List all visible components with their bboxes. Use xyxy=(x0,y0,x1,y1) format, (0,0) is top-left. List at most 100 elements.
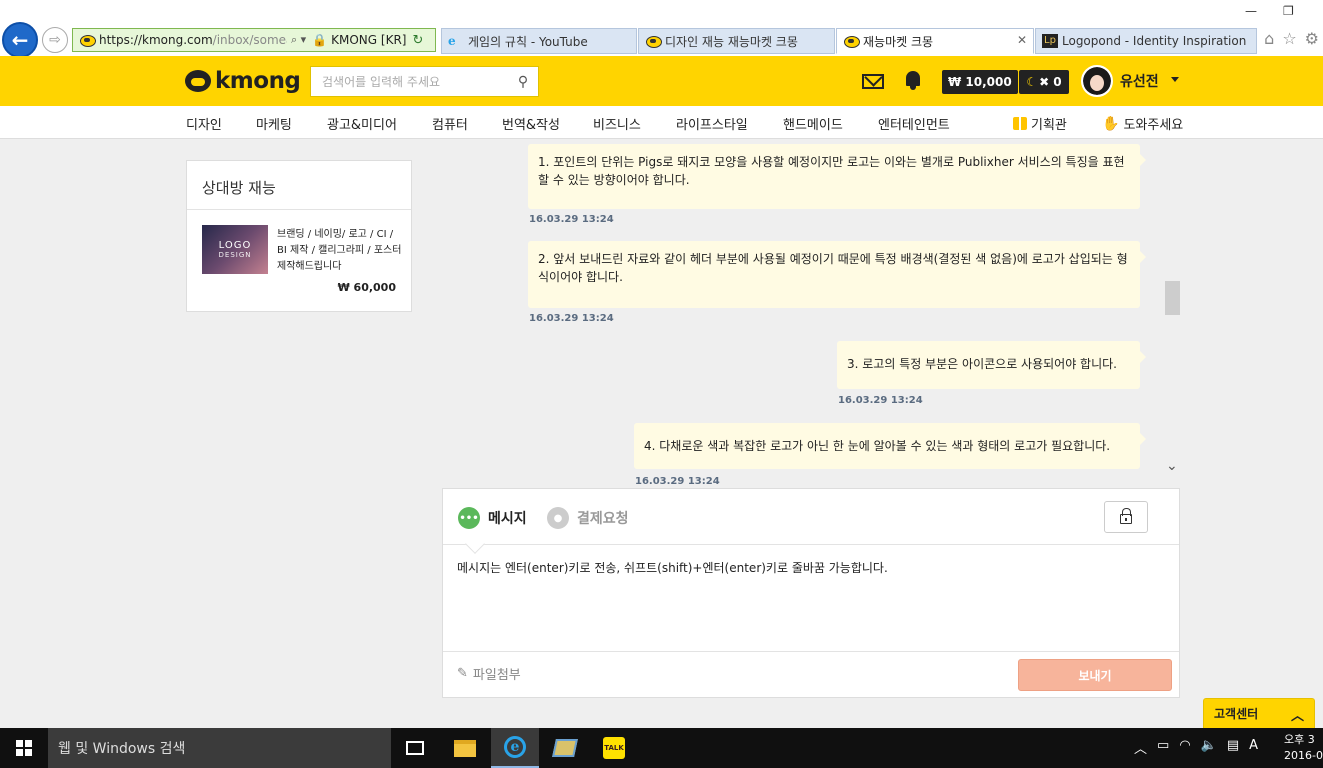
site-header: kmong ⚲ ₩ 10,000 ☾ ✖ 0 유선전 xyxy=(0,56,1323,106)
search-box: ⚲ xyxy=(310,66,539,97)
message-bubble: 3. 로고의 특정 부분은 아이콘으로 사용되어야 합니다. xyxy=(837,341,1146,389)
address-url[interactable]: https://kmong.com/inbox/someag xyxy=(99,33,287,47)
chevron-up-icon: ︿ xyxy=(1290,709,1304,724)
message-composer: ••• 메시지 ● 결제요청 ✎ 파일첨부 보내기 xyxy=(442,488,1180,698)
browser-tab[interactable]: 디자인 재능 재능마켓 크몽 xyxy=(638,28,835,54)
tab-label: 디자인 재능 재능마켓 크몽 xyxy=(665,34,798,49)
restore-icon[interactable]: ❐ xyxy=(1283,4,1294,18)
forward-button[interactable]: ⇨ xyxy=(42,27,68,53)
chevron-down-icon[interactable]: ⌄ xyxy=(1166,458,1178,474)
user-menu-caret-icon[interactable] xyxy=(1171,77,1179,82)
message-bubble: 2. 앞서 보내드린 자료와 같이 헤더 부분에 사용될 예정이기 때문에 특정… xyxy=(528,241,1146,308)
search-input[interactable] xyxy=(311,74,508,89)
cash-balance-button[interactable]: ₩ 10,000 xyxy=(942,70,1018,94)
ime-icon[interactable]: A xyxy=(1249,738,1258,757)
internet-explorer-button[interactable]: e xyxy=(491,728,539,768)
kakaotalk-icon: TALK xyxy=(603,737,625,759)
battery-icon[interactable]: ▭ xyxy=(1157,738,1169,757)
browser-chrome: — ❐ ← ⇨ https://kmong.com/inbox/someag ⌕… xyxy=(0,0,1323,58)
windows-start-icon[interactable] xyxy=(16,740,33,757)
tab-message[interactable]: ••• 메시지 xyxy=(458,507,527,529)
banana-count-button[interactable]: ☾ ✖ 0 xyxy=(1019,70,1069,94)
back-button[interactable]: ← xyxy=(2,22,38,58)
paperclip-icon: ✎ xyxy=(457,666,468,681)
close-tab-icon[interactable]: ✕ xyxy=(1017,33,1027,47)
kmong-icon xyxy=(843,34,860,48)
browser-toolbar: ⌂ ☆ ⚙ xyxy=(1264,29,1319,48)
home-icon[interactable]: ⌂ xyxy=(1264,29,1274,48)
notification-icon[interactable]: ▤ xyxy=(1227,738,1239,757)
gig-price: ₩ 60,000 xyxy=(337,281,396,294)
refresh-icon[interactable]: ↻ xyxy=(412,33,423,48)
nav-category-handmade[interactable]: 핸드메이드 xyxy=(783,114,843,133)
browser-tab[interactable]: e 게임의 규칙 - YouTube xyxy=(441,28,637,54)
volume-icon[interactable]: 🔈 xyxy=(1201,738,1217,757)
window-controls: — ❐ xyxy=(1235,4,1305,20)
message-timestamp: 16.03.29 13:24 xyxy=(529,313,614,324)
nav-category-design[interactable]: 디자인 xyxy=(186,114,222,133)
browser-tab-active[interactable]: 재능마켓 크몽 ✕ xyxy=(836,28,1034,54)
header-icons xyxy=(862,69,922,91)
browser-tab[interactable]: Lp Logopond - Identity Inspiration xyxy=(1035,28,1257,54)
clock-time: 오후 3 xyxy=(1284,733,1315,746)
message-timestamp: 16.03.29 13:24 xyxy=(838,395,923,406)
nav-category-entertainment[interactable]: 엔터테인먼트 xyxy=(878,114,950,133)
avatar[interactable] xyxy=(1081,65,1113,97)
nav-plan-link[interactable]: 기획관 xyxy=(1013,114,1067,133)
kakaotalk-button[interactable]: TALK xyxy=(590,728,638,768)
nav-category-computer[interactable]: 컴퓨터 xyxy=(432,114,468,133)
nav-category-lifestyle[interactable]: 라이프스타일 xyxy=(676,114,748,133)
address-bar[interactable]: https://kmong.com/inbox/someag ⌕ ▾ 🔒 KMO… xyxy=(72,28,436,52)
partner-gig-card: 상대방 재능 LOGO DESIGN 브랜딩 / 네이밍/ 로고 / CI / … xyxy=(186,160,412,312)
customer-center-button[interactable]: 고객센터 ︿ xyxy=(1203,698,1315,728)
clock[interactable]: 오후 3 2016-0 xyxy=(1284,732,1323,764)
gig-thumbnail[interactable]: LOGO DESIGN xyxy=(202,225,268,274)
chat-log: 1. 포인트의 단위는 Pigs로 돼지코 모양을 사용할 예정이지만 로고는 … xyxy=(443,139,1180,488)
kmong-icon xyxy=(645,34,662,48)
composer-tabs: ••• 메시지 ● 결제요청 xyxy=(443,489,1179,545)
tab-label: Logopond - Identity Inspiration xyxy=(1062,34,1247,48)
wifi-icon[interactable]: ◠ xyxy=(1179,738,1190,757)
attach-file-button[interactable]: ✎ 파일첨부 xyxy=(457,664,521,683)
lock-icon[interactable]: 🔒 xyxy=(312,33,327,47)
maps-icon xyxy=(552,739,578,757)
task-view-icon xyxy=(406,741,424,755)
search-dropdown-icon[interactable]: ⌕ ▾ xyxy=(291,33,306,47)
lock-icon xyxy=(1120,508,1132,524)
lock-button[interactable] xyxy=(1104,501,1148,533)
minimize-icon[interactable]: — xyxy=(1245,4,1257,18)
site-identity[interactable]: KMONG [KR] xyxy=(331,33,406,47)
nav-help-link[interactable]: ✋ 도와주세요 xyxy=(1102,114,1183,134)
payment-icon: ● xyxy=(547,507,569,529)
tab-payment-request[interactable]: ● 결제요청 xyxy=(547,507,629,529)
file-explorer-button[interactable] xyxy=(441,728,489,768)
banana-icon: ☾ xyxy=(1026,75,1038,89)
favorites-star-icon[interactable]: ☆ xyxy=(1282,29,1296,48)
tab-label: 게임의 규칙 - YouTube xyxy=(468,34,588,49)
message-timestamp: 16.03.29 13:24 xyxy=(529,214,614,225)
settings-gear-icon[interactable]: ⚙ xyxy=(1305,29,1319,48)
nav-category-marketing[interactable]: 마케팅 xyxy=(256,114,292,133)
kmong-favicon-icon xyxy=(79,33,96,47)
tab-label: 재능마켓 크몽 xyxy=(863,34,934,49)
taskbar-search[interactable]: 웹 및 Windows 검색 xyxy=(48,728,391,768)
maps-app-button[interactable] xyxy=(541,728,589,768)
nav-category-business[interactable]: 비즈니스 xyxy=(593,114,641,133)
username[interactable]: 유선전 xyxy=(1120,71,1159,91)
message-bubble: 1. 포인트의 단위는 Pigs로 돼지코 모양을 사용할 예정이지만 로고는 … xyxy=(528,144,1146,209)
bell-icon[interactable] xyxy=(904,69,922,91)
send-button[interactable]: 보내기 xyxy=(1018,659,1172,691)
chevron-up-icon[interactable]: ︿ xyxy=(1134,738,1147,757)
message-input[interactable] xyxy=(457,559,1163,639)
task-view-button[interactable] xyxy=(391,728,439,768)
kmong-logo[interactable]: kmong xyxy=(185,68,301,94)
nav-category-advertising[interactable]: 광고&미디어 xyxy=(327,114,397,133)
mail-icon[interactable] xyxy=(862,73,884,89)
gig-title[interactable]: 브랜딩 / 네이밍/ 로고 / CI / BI 제작 / 캘리그라피 / 포스터… xyxy=(277,227,403,275)
nav-category-translation[interactable]: 번역&작성 xyxy=(502,114,560,133)
card-title: 상대방 재능 xyxy=(187,161,411,210)
folder-icon xyxy=(454,739,476,757)
chat-scrollbar-thumb[interactable] xyxy=(1165,281,1180,315)
search-icon[interactable]: ⚲ xyxy=(508,74,538,90)
banana-count: ✖ 0 xyxy=(1039,75,1062,89)
